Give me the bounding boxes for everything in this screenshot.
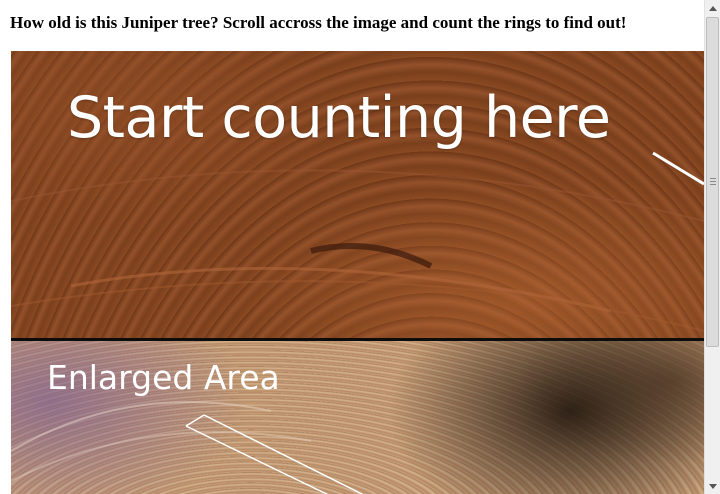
grip-icon [710,178,716,186]
tree-cross-section: Enlarged Area [11,341,704,494]
tree-ring-closeup: Start counting here [11,51,704,338]
page: How old is this Juniper tree? Scroll acc… [0,0,704,494]
page-title: How old is this Juniper tree? Scroll acc… [10,13,627,32]
pointer-line [652,151,704,186]
tree-rings-image[interactable]: Start counting here Enlarged Area [11,51,704,494]
enlarged-area-label: Enlarged Area [47,358,280,397]
vertical-scrollbar[interactable] [704,0,720,494]
arrow-up-icon[interactable] [705,0,720,16]
start-counting-label: Start counting here [67,85,611,151]
arrow-down-icon[interactable] [705,478,720,494]
scrollbar-thumb[interactable] [706,17,719,347]
